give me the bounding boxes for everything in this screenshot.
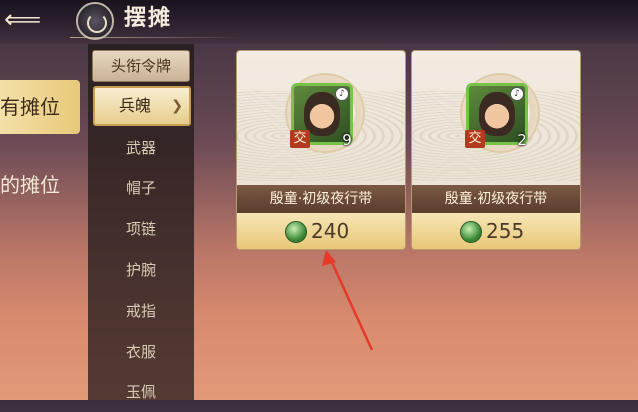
annotation-arrow: [322, 250, 374, 351]
